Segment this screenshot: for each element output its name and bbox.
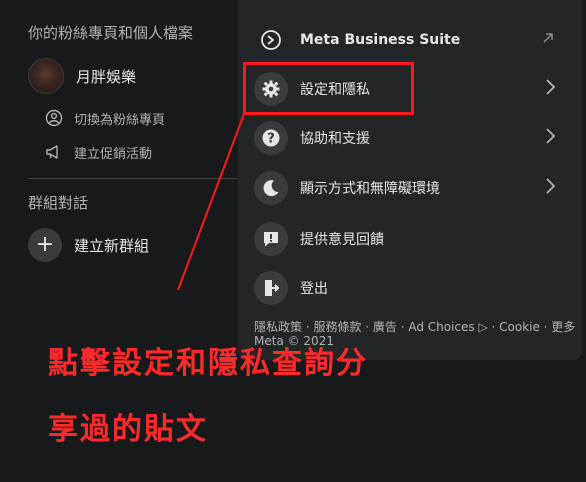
annotation-line-2: 享過的貼文 (48, 412, 208, 447)
annotation-line-1: 點擊設定和隱私查詢分 (48, 346, 368, 381)
